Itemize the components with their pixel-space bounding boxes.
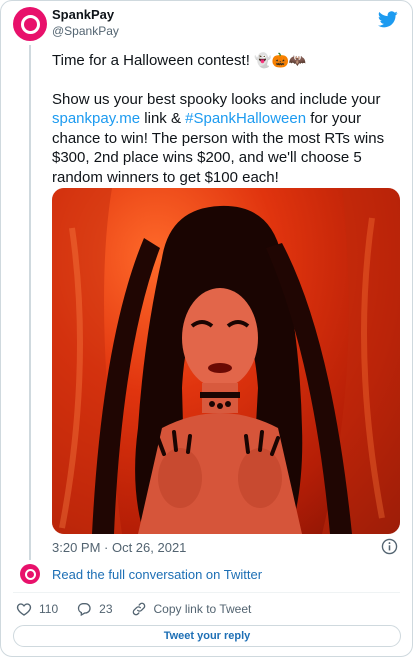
- copy-link-button[interactable]: Copy link to Tweet: [131, 601, 252, 617]
- spankpay-link[interactable]: spankpay.me: [52, 110, 140, 127]
- mini-avatar-ring: [24, 568, 36, 580]
- author-name[interactable]: SpankPay: [52, 7, 119, 23]
- like-button[interactable]: 110: [16, 601, 58, 617]
- photo-illustration: [52, 188, 400, 534]
- hashtag-link[interactable]: #SpankHalloween: [185, 110, 306, 127]
- ghost-emoji-icon: 👻: [254, 52, 272, 68]
- twitter-bird-icon[interactable]: [378, 11, 398, 28]
- tweet-line1-text: Time for a Halloween contest!: [52, 52, 250, 69]
- bat-emoji-icon: 🦇: [288, 52, 307, 68]
- heart-icon: [16, 603, 32, 616]
- copy-link-label: Copy link to Tweet: [153, 602, 252, 616]
- tweet-photo[interactable]: [52, 188, 400, 534]
- read-full-conversation-link[interactable]: Read the full conversation on Twitter: [52, 567, 262, 582]
- avatar-ring-logo: [20, 14, 40, 34]
- action-bar: 110 23 Copy link to Tweet: [16, 600, 269, 618]
- reply-bubble-icon: [77, 603, 91, 617]
- tweet-para2-mid: link &: [144, 110, 181, 127]
- reply-button[interactable]: 23: [76, 601, 113, 617]
- tweet-timestamp[interactable]: 3:20 PM · Oct 26, 2021: [52, 540, 186, 555]
- tweet-card: SpankPay @SpankPay Time for a Halloween …: [0, 0, 413, 657]
- divider: [13, 592, 400, 593]
- tweet-your-reply-button[interactable]: Tweet your reply: [13, 625, 401, 647]
- author-info[interactable]: SpankPay @SpankPay: [52, 7, 119, 39]
- tweet-text: Time for a Halloween contest! 👻🎃🦇 Show u…: [52, 51, 392, 187]
- jack-o-lantern-emoji-icon: 🎃: [271, 52, 289, 68]
- thread-line: [29, 45, 31, 560]
- tweet-paragraph-2: Show us your best spooky looks and inclu…: [52, 90, 392, 188]
- link-icon: [132, 602, 145, 616]
- info-icon[interactable]: [381, 538, 398, 555]
- tweet-line1: Time for a Halloween contest! 👻🎃🦇: [52, 51, 392, 71]
- like-count: 110: [39, 602, 59, 616]
- conversation-avatar[interactable]: [20, 564, 40, 584]
- reply-count: 23: [99, 602, 113, 616]
- author-avatar[interactable]: [13, 7, 47, 41]
- tweet-para2-start: Show us your best spooky looks and inclu…: [52, 90, 381, 108]
- author-handle[interactable]: @SpankPay: [52, 23, 119, 39]
